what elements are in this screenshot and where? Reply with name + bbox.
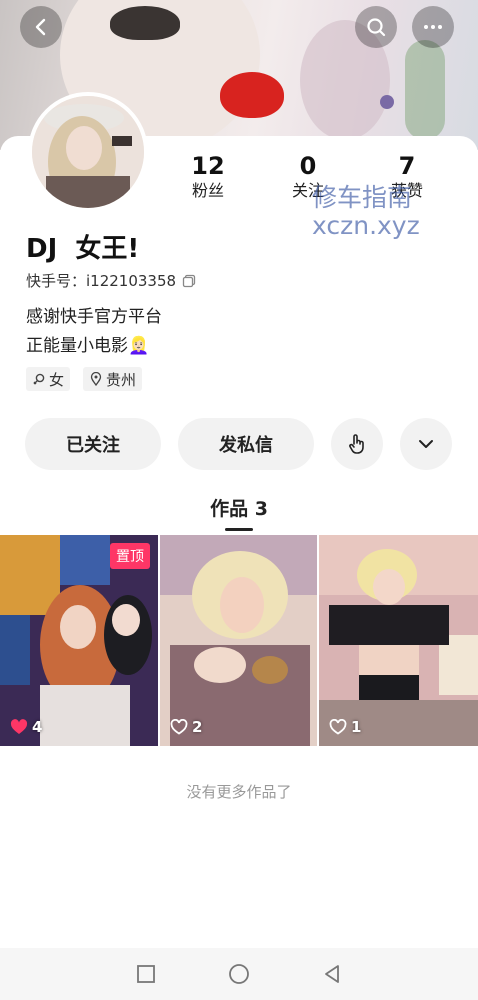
stat-following-value: 0	[299, 152, 317, 180]
stat-fans-label: 粉丝	[191, 181, 224, 200]
female-icon	[33, 373, 45, 385]
back-arrow-icon	[35, 18, 46, 36]
kuaishou-id-text: 快手号：i122103358	[26, 272, 177, 290]
location-icon	[90, 372, 102, 386]
video-tile[interactable]: 1	[319, 535, 478, 746]
more-icon	[424, 25, 442, 29]
expand-button[interactable]	[400, 418, 452, 470]
back-nav-icon[interactable]	[321, 963, 343, 985]
recents-icon[interactable]	[135, 963, 157, 985]
home-icon[interactable]	[227, 962, 251, 986]
watermark-line-2: xczn.xyz	[312, 211, 420, 240]
kuaishou-id[interactable]: 快手号：i122103358	[26, 270, 196, 291]
following-button[interactable]: 已关注	[25, 418, 161, 470]
cover-decor	[405, 40, 445, 140]
heart-outline-icon	[329, 719, 347, 735]
no-more-text: 没有更多作品了	[186, 783, 292, 801]
video-likes: 4	[10, 718, 42, 736]
video-thumbnail	[319, 535, 478, 746]
system-nav-bar	[0, 948, 478, 1000]
hand-pointer-icon	[349, 434, 364, 454]
more-button[interactable]	[412, 6, 454, 48]
bio-line-1: 感谢快手官方平台	[26, 307, 162, 327]
chevron-down-icon	[419, 440, 433, 448]
back-button[interactable]	[20, 6, 62, 48]
cover-eye	[110, 6, 180, 40]
video-tile[interactable]: 置顶 4	[0, 535, 158, 746]
search-button[interactable]	[355, 6, 397, 48]
cover-decor	[380, 95, 394, 109]
poke-button[interactable]	[331, 418, 383, 470]
video-likes-count: 2	[192, 718, 203, 736]
avatar-image	[32, 96, 144, 208]
pinned-badge: 置顶	[110, 543, 150, 569]
gender-tag: 女	[26, 367, 71, 391]
profile-name: DJ 女王!	[26, 234, 140, 264]
bio-line-2: 正能量小电影👱🏻‍♀️	[26, 336, 150, 356]
search-icon	[367, 18, 386, 37]
copy-icon[interactable]	[182, 274, 196, 288]
tab-works[interactable]: 作品 3	[0, 494, 478, 521]
watermark-line-1: 修车指南	[312, 183, 413, 212]
location-tag-text: 贵州	[106, 370, 137, 389]
stat-fans[interactable]: 12 粉丝	[168, 152, 248, 202]
video-likes-count: 1	[351, 718, 362, 736]
video-thumbnail	[160, 535, 317, 746]
location-tag: 贵州	[83, 367, 143, 391]
video-likes: 1	[329, 718, 361, 736]
video-likes-count: 4	[32, 718, 43, 736]
gender-tag-text: 女	[49, 370, 65, 389]
heart-filled-icon	[10, 719, 28, 734]
heart-outline-icon	[170, 719, 188, 735]
avatar[interactable]	[28, 92, 148, 212]
video-likes: 2	[170, 718, 202, 736]
stat-likes-value: 7	[398, 152, 416, 180]
watermark: 修车指南 xczn.xyz	[312, 184, 420, 240]
video-tile[interactable]: 2	[160, 535, 317, 746]
tab-underline	[225, 528, 253, 531]
message-button[interactable]: 发私信	[178, 418, 314, 470]
stat-fans-value: 12	[191, 152, 225, 180]
cover-lips	[220, 72, 284, 118]
